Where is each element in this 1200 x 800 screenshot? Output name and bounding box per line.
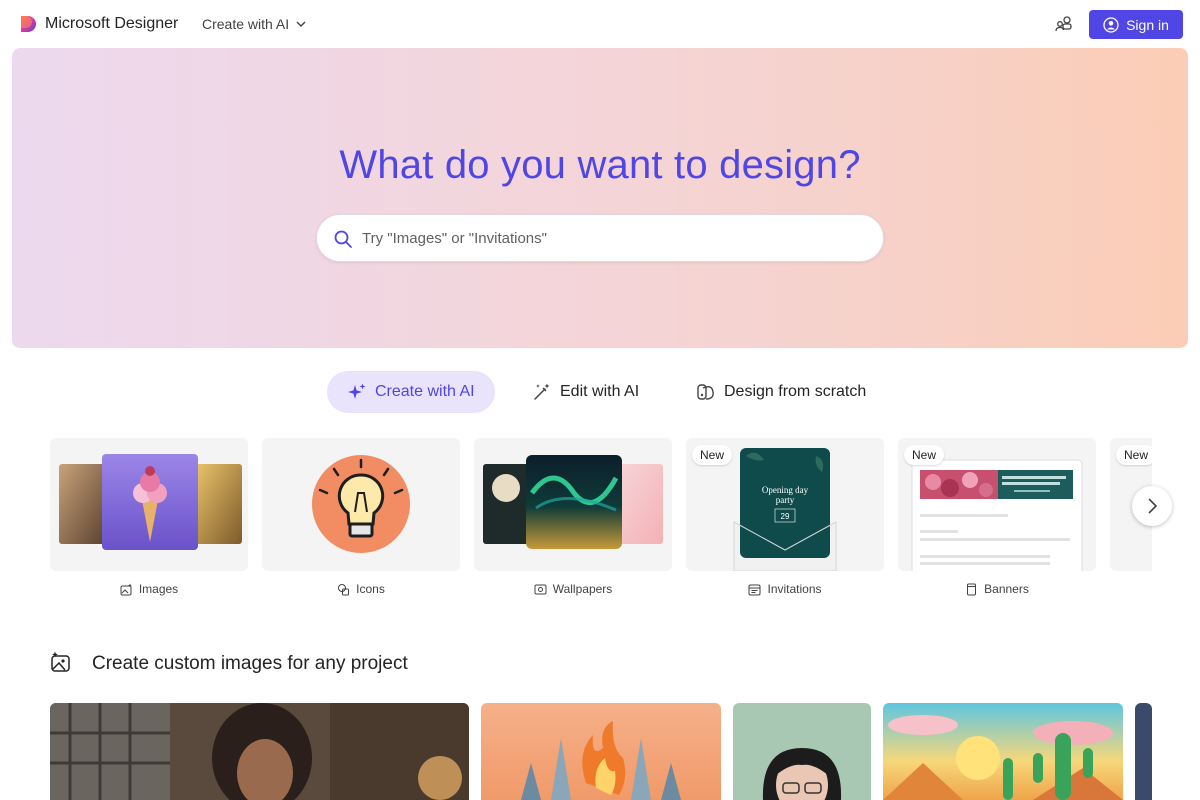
tab-create-with-ai[interactable]: Create with AI: [327, 371, 495, 413]
category-label-icons[interactable]: Icons: [262, 582, 460, 596]
category-card-wallpapers[interactable]: [474, 438, 672, 571]
category-label-text: Images: [138, 582, 179, 596]
tab-design-from-scratch[interactable]: Design from scratch: [696, 371, 866, 413]
category-card-banners[interactable]: New: [898, 438, 1096, 571]
palette-icon: [697, 384, 714, 400]
category-card-icons[interactable]: [262, 438, 460, 571]
search-icon: [334, 230, 352, 248]
wallpaper-icon: [534, 584, 547, 594]
calendar-icon: [748, 584, 761, 595]
category-card-images[interactable]: [50, 438, 248, 571]
carousel-next-button[interactable]: [1132, 486, 1172, 526]
hero-title: What do you want to design?: [339, 143, 861, 187]
icons-preview: [312, 455, 410, 553]
section-title: Create custom images for any project: [92, 653, 408, 674]
category-label-wallpapers[interactable]: Wallpapers: [474, 582, 672, 596]
tab-label: Edit with AI: [560, 383, 640, 400]
designer-logo-icon[interactable]: [18, 14, 38, 34]
magic-wand-icon: [534, 383, 550, 400]
invitation-preview-date: 29: [781, 512, 790, 521]
category-label-text: Wallpapers: [552, 582, 613, 596]
images-preview: [59, 454, 242, 550]
gallery-image-desert-cactus: [883, 703, 1123, 800]
search-placeholder: Try "Images" or "Invitations": [362, 230, 547, 247]
category-label-images[interactable]: Images: [50, 582, 248, 596]
person-circle-icon: [1103, 16, 1119, 33]
tab-label: Create with AI: [375, 383, 475, 400]
chevron-down-icon: [296, 21, 306, 27]
gallery-image-partial: [1135, 703, 1152, 800]
people-share-icon[interactable]: [1054, 14, 1074, 34]
category-label-invitations[interactable]: Invitations: [686, 582, 884, 596]
banner-icon: [967, 583, 977, 595]
sparkle-icon: [348, 383, 366, 399]
category-carousel: Images Icons Wallpapers Opening day part…: [50, 438, 1152, 608]
gallery-image-portrait: [733, 703, 871, 800]
new-badge: New: [904, 445, 945, 465]
gallery-image-5[interactable]: [1135, 703, 1152, 800]
brand-name[interactable]: Microsoft Designer: [45, 15, 178, 33]
wallpapers-preview: [483, 455, 663, 549]
sign-in-label: Sign in: [1126, 16, 1169, 33]
new-badge: New: [1116, 445, 1152, 465]
category-card-invitations[interactable]: Opening day party 29 New: [686, 438, 884, 571]
shapes-icon: [338, 583, 350, 595]
tab-edit-with-ai[interactable]: Edit with AI: [532, 371, 639, 413]
category-label-text: Banners: [984, 582, 1029, 596]
invitation-preview-title: Opening day: [762, 485, 809, 495]
image-sparkle-icon: [120, 583, 132, 595]
mode-menu-label: Create with AI: [202, 16, 290, 32]
design-search-input[interactable]: Try "Images" or "Invitations": [316, 214, 884, 262]
hero-banner: What do you want to design? Try "Images"…: [12, 48, 1188, 348]
gallery-image-4[interactable]: [883, 703, 1123, 800]
gallery-image-1[interactable]: [50, 703, 469, 800]
gallery-image-fire-crown: [481, 703, 721, 800]
top-bar: Microsoft Designer Create with AI Sign i…: [0, 0, 1200, 48]
category-label-banners[interactable]: Banners: [898, 582, 1096, 596]
gallery-image-3[interactable]: [733, 703, 871, 800]
image-sparkle-icon: [51, 651, 70, 672]
new-badge: New: [692, 445, 733, 465]
tab-label: Design from scratch: [724, 383, 867, 400]
sign-in-button[interactable]: Sign in: [1089, 10, 1183, 39]
chevron-right-icon: [1148, 498, 1158, 514]
invitation-preview-subtitle: party: [776, 495, 795, 505]
create-with-ai-menu[interactable]: Create with AI: [202, 16, 307, 32]
category-label-text: Invitations: [767, 582, 822, 596]
gallery-image-2[interactable]: [481, 703, 721, 800]
category-label-text: Icons: [356, 582, 385, 596]
gallery-image-woman-reading: [50, 703, 469, 800]
